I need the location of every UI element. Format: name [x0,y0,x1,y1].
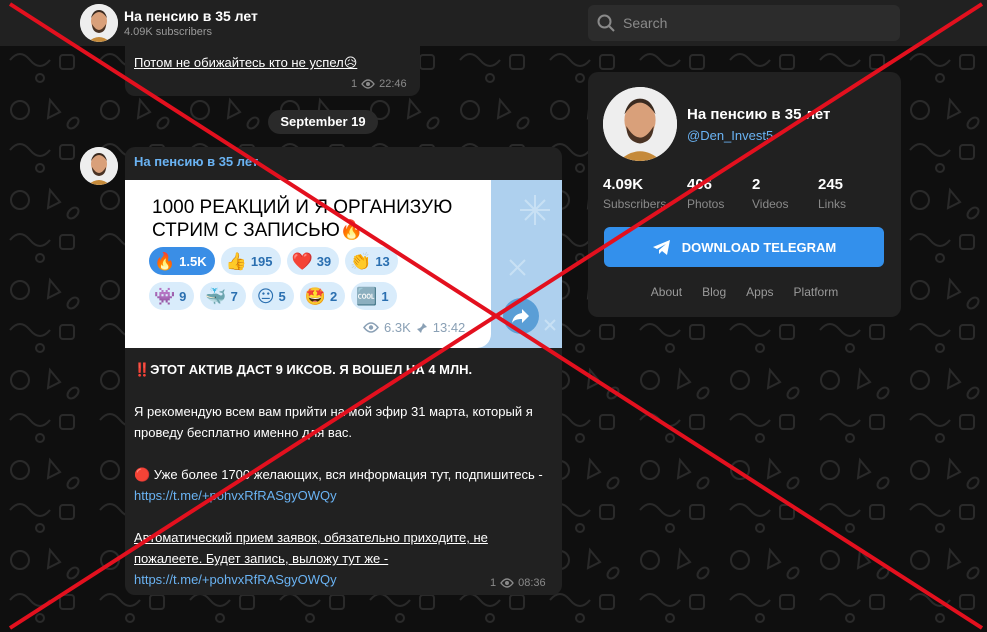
subscriber-count: 4.09K subscribers [124,26,213,38]
reaction-alien[interactable]: 👾 9 [149,282,195,310]
invite-link[interactable]: https://t.me/+pohvxRfRASgyOWQy [134,488,337,503]
stat-videos[interactable]: 2 Videos [752,176,788,211]
reactions-row-2: 👾 9 🐳 7 😐 5 🤩 2 🆒 1 [149,282,397,310]
top-bar: На пенсию в 35 лет 4.09K subscribers Sea… [0,0,987,46]
reaction-neutral[interactable]: 😐 5 [251,282,294,310]
eye-icon [500,578,515,588]
post-time: 08:36 [518,577,546,589]
reaction-thumbs-up[interactable]: 👍 195 [220,247,281,275]
channel-title[interactable]: На пенсию в 35 лет [124,8,258,24]
download-telegram-button[interactable]: DOWNLOAD TELEGRAM [604,227,884,267]
post-line-1: ‼️ЭТОТ АКТИВ ДАСТ 9 ИКСОВ. Я ВОШЕЛ НА 4 … [134,362,473,377]
eye-icon [361,79,376,89]
link-apps[interactable]: Apps [746,285,773,299]
reactions-row-1: 🔥 1.5K 👍 195 ❤️ 39 👏 13 [149,247,398,275]
channel-avatar[interactable] [80,4,118,42]
eye-icon [363,322,379,333]
share-icon [512,309,529,323]
reaction-heart[interactable]: ❤️ 39 [286,247,340,275]
view-count: 1 [351,78,358,90]
footer-links: About Blog Apps Platform [588,285,901,299]
card-handle[interactable]: @Den_Invest5 [687,128,773,143]
post-image[interactable]: 1000 РЕАКЦИЙ И Я ОРГАНИЗУЮ СТРИМ С ЗАПИС… [125,180,562,348]
share-button[interactable] [503,298,539,334]
pin-icon [415,322,427,334]
embed-headline: 1000 РЕАКЦИЙ И Я ОРГАНИЗУЮ СТРИМ С ЗАПИС… [152,197,453,241]
channel-info-card: На пенсию в 35 лет @Den_Invest5 4.09K Su… [588,72,901,317]
search-input[interactable]: Search [588,5,900,41]
previous-message-text[interactable]: Потом не обижайтесь кто не успел😥 [134,55,357,71]
reaction-fire[interactable]: 🔥 1.5K [149,247,215,275]
post-avatar[interactable] [80,147,118,185]
post-meta: 1 08:36 [490,577,546,589]
reaction-star-eyes[interactable]: 🤩 2 [299,282,346,310]
stat-links[interactable]: 245 Links [818,176,846,211]
post-text: ‼️ЭТОТ АКТИВ ДАСТ 9 ИКСОВ. Я ВОШЕЛ НА 4 … [134,359,554,595]
previous-message-meta: 1 22:46 [351,78,407,90]
embed-views: 6.3K [384,320,411,335]
message-time: 22:46 [379,78,407,90]
post-line-3: 🔴 Уже более 1700 желающих, вся информаци… [134,467,543,503]
post-line-2: Я рекомендую всем вам прийти на мой эфир… [134,404,533,440]
reaction-clap[interactable]: 👏 13 [345,247,398,275]
stat-photos[interactable]: 406 Photos [687,176,724,211]
telegram-plane-icon [652,239,670,255]
link-blog[interactable]: Blog [702,285,726,299]
channel-post: На пенсию в 35 лет 1000 РЕАКЦИЙ И Я ОРГА… [125,147,562,595]
date-separator: September 19 [268,110,378,134]
link-platform[interactable]: Platform [794,285,839,299]
invite-link-2[interactable]: https://t.me/+pohvxRfRASgyOWQy [134,572,337,587]
card-avatar [603,87,677,161]
stat-subscribers: 4.09K Subscribers [603,176,667,211]
reaction-cool[interactable]: 🆒 1 [351,282,397,310]
card-title: На пенсию в 35 лет [687,106,831,123]
embed-time: 13:42 [432,320,466,335]
post-views: 1 [490,577,497,589]
embed-meta: 6.3K 13:42 [363,320,465,335]
search-placeholder: Search [623,15,668,31]
post-author[interactable]: На пенсию в 35 лет [134,154,258,169]
link-about[interactable]: About [651,285,682,299]
reaction-whale[interactable]: 🐳 7 [200,282,246,310]
screenshot-card: 1000 РЕАКЦИЙ И Я ОРГАНИЗУЮ СТРИМ С ЗАПИС… [125,180,491,348]
search-icon [597,14,615,32]
